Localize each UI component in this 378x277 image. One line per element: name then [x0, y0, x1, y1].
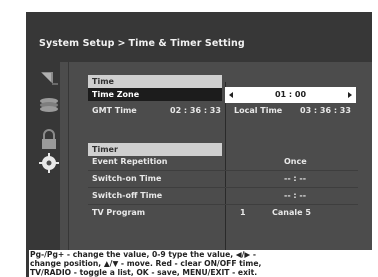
time-zone-row[interactable]: Time Zone — [88, 88, 222, 101]
arrow-left-icon[interactable] — [229, 92, 233, 98]
tv-program-label: TV Program — [92, 208, 146, 217]
gear-icon[interactable] — [38, 152, 62, 174]
event-repetition-row[interactable]: Event Repetition Once — [88, 155, 358, 169]
timer-section-title: Timer — [92, 145, 118, 154]
satellite-dish-icon[interactable] — [38, 68, 62, 90]
padlock-icon[interactable] — [38, 129, 62, 151]
help-line-3: TV/RADIO - toggle a list, OK - save, MEN… — [30, 268, 258, 277]
time-section-header: Time — [88, 75, 222, 88]
tv-osd: System Setup > Time & Timer Setting Time… — [26, 12, 372, 277]
switch-on-label: Switch-on Time — [92, 174, 162, 183]
arrow-right-icon[interactable] — [348, 92, 352, 98]
switch-on-value: -- : -- — [284, 174, 307, 183]
switch-off-value: -- : -- — [284, 191, 307, 200]
gmt-time-value: 02 : 36 : 33 — [170, 106, 221, 115]
time-zone-value: 01 : 00 — [274, 90, 307, 99]
page-title: System Setup > Time & Timer Setting — [39, 38, 359, 54]
help-line-2: change position, ▲/▼ - move. Red - clear… — [30, 259, 262, 268]
tv-program-name: Canale 5 — [272, 208, 311, 217]
tv-program-number: 1 — [240, 208, 246, 217]
screen: System Setup > Time & Timer Setting Time… — [0, 0, 378, 277]
local-time-label: Local Time — [234, 106, 283, 115]
time-section-title: Time — [92, 77, 114, 86]
row-divider — [88, 204, 358, 205]
row-divider — [88, 187, 358, 188]
breadcrumb-separator: > — [117, 38, 126, 49]
switch-on-row[interactable]: Switch-on Time -- : -- — [88, 172, 358, 186]
switch-off-row[interactable]: Switch-off Time -- : -- — [88, 189, 358, 203]
local-time-value: 03 : 36 : 33 — [300, 106, 351, 115]
breadcrumb-root: System Setup — [39, 38, 115, 49]
row-divider — [88, 170, 358, 171]
breadcrumb-current: Time & Timer Setting — [128, 38, 245, 49]
gmt-time-label: GMT Time — [92, 106, 137, 115]
time-zone-label: Time Zone — [92, 90, 140, 99]
stack-layers-icon[interactable] — [38, 94, 62, 116]
event-repetition-label: Event Repetition — [92, 157, 168, 166]
switch-off-label: Switch-off Time — [92, 191, 163, 200]
help-line-1: Pg-/Pg+ - change the value, 0-9 type the… — [30, 250, 257, 259]
help-bar: Pg-/Pg+ - change the value, 0-9 type the… — [29, 250, 372, 277]
tv-program-row[interactable]: TV Program 1 Canale 5 — [88, 206, 358, 220]
time-zone-value-field[interactable]: 01 : 00 — [225, 87, 356, 103]
event-repetition-value: Once — [284, 157, 307, 166]
gmt-time-row: GMT Time 02 : 36 : 33 Local Time 03 : 36… — [88, 104, 358, 118]
